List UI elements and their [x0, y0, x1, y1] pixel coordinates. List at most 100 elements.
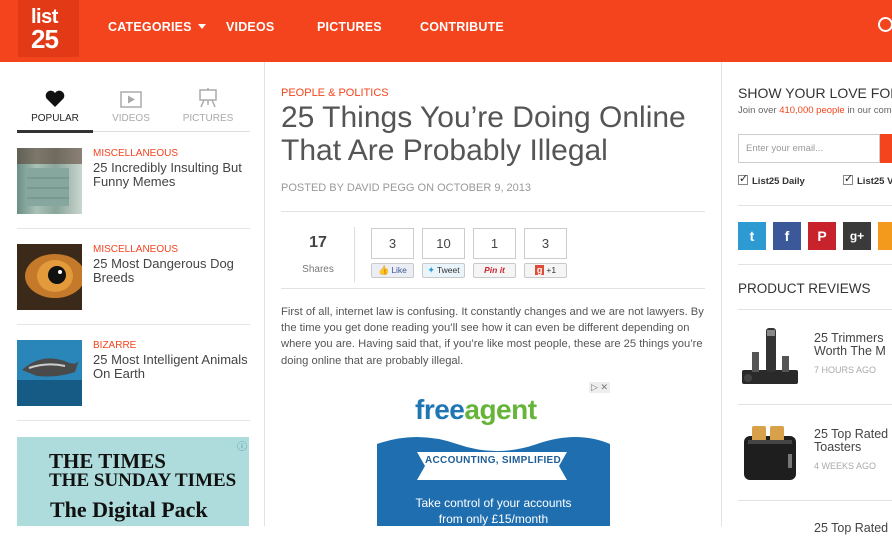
divider: [17, 324, 250, 325]
googleplus-follow-icon[interactable]: g+: [843, 222, 871, 250]
googleplus-count: 3: [524, 228, 567, 259]
pinterest-follow-icon[interactable]: P: [808, 222, 836, 250]
twitter-icon: ✦: [427, 265, 435, 275]
sidebar-story[interactable]: MISCELLANEOUS 25 Incredibly Insulting Bu…: [17, 148, 250, 214]
daily-checkbox[interactable]: List25 Daily: [738, 172, 805, 187]
heart-icon: [23, 86, 87, 108]
review-time: 7 HOURS AGO: [814, 365, 877, 375]
twitter-count: 10: [422, 228, 465, 259]
checkbox-label: List25 V: [857, 176, 892, 187]
share-label: Shares: [302, 264, 334, 275]
divider: [17, 228, 250, 229]
newsletter-subtitle: Join over 410,000 people in our com: [738, 105, 892, 116]
checkbox-icon: [738, 172, 748, 185]
divider: [738, 500, 892, 501]
facebook-like-button[interactable]: 👍 Like: [371, 263, 414, 278]
tab-popular[interactable]: POPULAR: [23, 86, 87, 124]
review-title[interactable]: 25 Trimmers Worth The M: [814, 332, 892, 358]
review-title[interactable]: 25 Top Rated: [814, 521, 888, 535]
ad-tagline: ACCOUNTING, SIMPLIFIED: [425, 455, 562, 466]
ad-close-icon[interactable]: ▷ ✕: [589, 382, 610, 393]
divider: [17, 420, 250, 421]
pin-it-label: Pin it: [484, 265, 505, 275]
review-title-line: Worth The M: [814, 344, 886, 358]
email-field[interactable]: Enter your email...: [738, 134, 880, 163]
tab-active-indicator: [17, 130, 93, 133]
tab-videos-label: VIDEOS: [112, 113, 150, 124]
ad-line: Take control of your accounts: [415, 496, 572, 510]
nav-pictures[interactable]: PICTURES: [317, 20, 382, 34]
tab-popular-label: POPULAR: [31, 113, 79, 124]
google-plus-label: +1: [546, 265, 557, 275]
search-icon[interactable]: [878, 17, 892, 32]
story-thumbnail[interactable]: [17, 244, 85, 310]
ad-info-icon[interactable]: ⓘ: [237, 438, 247, 453]
newsletter-title: SHOW YOUR LOVE FOR LI: [738, 85, 892, 101]
divider: [354, 227, 355, 282]
article-category[interactable]: PEOPLE & POLITICS: [281, 87, 389, 99]
checkbox-icon: [843, 172, 853, 185]
review-title-line: Toasters: [814, 440, 862, 454]
tab-videos[interactable]: VIDEOS: [99, 86, 163, 124]
divider: [738, 404, 892, 405]
divider: [738, 309, 892, 310]
nav-contribute[interactable]: CONTRIBUTE: [420, 20, 504, 34]
divider: [281, 211, 705, 212]
chevron-down-icon: [197, 24, 206, 29]
review-thumbnail[interactable]: [738, 418, 802, 484]
google-plus-icon: g: [534, 265, 545, 275]
story-category[interactable]: MISCELLANEOUS: [93, 148, 178, 159]
facebook-like-label: Like: [391, 265, 407, 275]
subscribe-button[interactable]: [880, 134, 892, 163]
facebook-count: 3: [371, 228, 414, 259]
easel-icon: [176, 86, 240, 108]
tweet-button[interactable]: ✦ Tweet: [422, 263, 465, 278]
article-title: 25 Things You’re Doing Online That Are P…: [281, 101, 686, 167]
logo-part: free: [415, 394, 465, 425]
story-thumbnail[interactable]: [17, 340, 82, 406]
article-intro: First of all, internet law is confusing.…: [281, 306, 704, 367]
article-byline: POSTED BY DAVID PEGG ON OCTOBER 9, 2013: [281, 182, 532, 194]
facebook-follow-icon[interactable]: f: [773, 222, 801, 250]
times-ad[interactable]: ⓘ THE TIMES THE SUNDAY TIMES The Digital…: [17, 437, 249, 526]
ad-line: The Digital Pack: [50, 497, 208, 522]
twitter-follow-icon[interactable]: t: [738, 222, 766, 250]
story-category[interactable]: BIZARRE: [93, 340, 136, 351]
story-title[interactable]: 25 Incredibly Insulting But Funny Memes: [93, 161, 253, 188]
divider: [281, 288, 705, 289]
share-count: 17: [309, 234, 327, 251]
story-category[interactable]: MISCELLANEOUS: [93, 244, 178, 255]
tab-pictures[interactable]: PICTURES: [176, 86, 240, 124]
video-icon: [99, 86, 163, 108]
review-title[interactable]: 25 Top Rated Toasters: [814, 428, 892, 454]
site-logo[interactable]: list 25: [18, 0, 79, 57]
sidebar-story[interactable]: MISCELLANEOUS 25 Most Dangerous Dog Bree…: [17, 244, 250, 310]
logo-part: agent: [464, 394, 537, 425]
story-thumbnail[interactable]: [17, 148, 82, 214]
divider: [738, 205, 892, 206]
review-item[interactable]: 25 Top Rated Toasters 4 WEEKS AGO: [738, 418, 892, 488]
product-reviews-title: PRODUCT REVIEWS: [738, 281, 871, 296]
pin-it-button[interactable]: Pin it: [473, 263, 516, 278]
freeagent-ad[interactable]: ▷ ✕ freeagent ACCOUNTING, SIMPLIFIED Tak…: [377, 382, 610, 526]
logo-text-bottom: 25: [31, 24, 59, 54]
nav-videos[interactable]: VIDEOS: [226, 20, 274, 34]
ad-line: from only £15/month: [438, 512, 549, 526]
review-time: 4 WEEKS AGO: [814, 461, 877, 471]
google-plus-button[interactable]: g +1: [524, 263, 567, 278]
subtitle-text: Join over: [738, 105, 780, 116]
pinterest-count: 1: [473, 228, 516, 259]
review-item[interactable]: 25 Trimmers Worth The M 7 HOURS AGO: [738, 322, 892, 392]
freeagent-logo: freeagent: [415, 394, 537, 426]
weekly-checkbox[interactable]: List25 V: [843, 172, 892, 187]
review-thumbnail[interactable]: [738, 322, 802, 388]
story-title[interactable]: 25 Most Dangerous Dog Breeds: [93, 257, 253, 284]
top-nav-bar: list 25 CATEGORIES VIDEOS PICTURES CONTR…: [0, 0, 892, 62]
sidebar-story[interactable]: BIZARRE 25 Most Intelligent Animals On E…: [17, 340, 250, 406]
tweet-label: Tweet: [436, 265, 460, 275]
checkbox-label: List25 Daily: [752, 176, 805, 187]
nav-categories[interactable]: CATEGORIES: [108, 20, 206, 34]
divider: [738, 264, 892, 265]
rss-icon[interactable]: [878, 222, 892, 250]
story-title[interactable]: 25 Most Intelligent Animals On Earth: [93, 353, 253, 380]
